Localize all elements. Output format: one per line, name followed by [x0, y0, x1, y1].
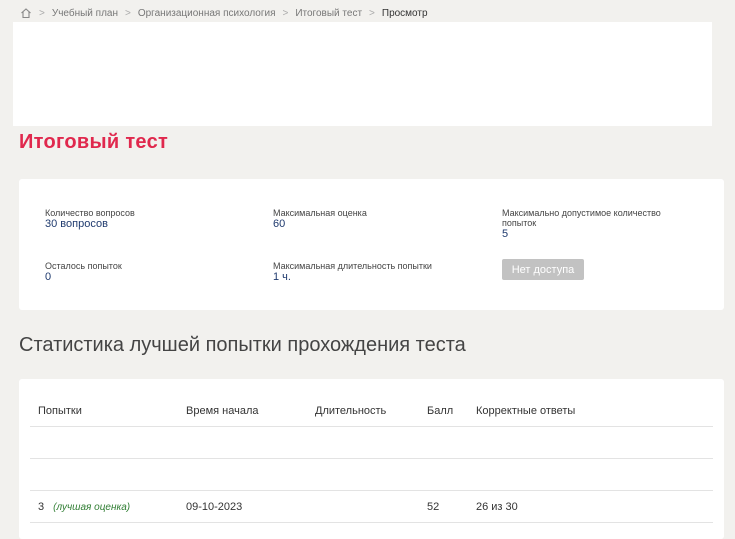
cell-attempt	[30, 426, 178, 459]
test-info-card: Количество вопросов 30 вопросов Максимал…	[19, 179, 724, 310]
cell-duration	[307, 458, 419, 491]
cell-score	[419, 426, 468, 459]
info-max-score-label: Максимальная оценка	[273, 208, 367, 218]
cell-start-time: 09-10-2023	[178, 490, 307, 523]
breadcrumb-item-current: Просмотр	[381, 7, 428, 19]
cell-start-time	[178, 426, 307, 459]
breadcrumb-item-course[interactable]: Организационная психология	[138, 8, 276, 19]
table-header-row: Попытки Время начала Длительность Балл К…	[30, 396, 713, 427]
home-icon[interactable]	[20, 7, 32, 19]
info-questions: Количество вопросов 30 вопросов	[45, 208, 135, 230]
info-remaining-value: 0	[45, 271, 52, 283]
page-title: Итоговый тест	[19, 131, 169, 153]
breadcrumb-item-plan[interactable]: Учебный план	[52, 8, 118, 19]
no-access-button[interactable]: Нет доступа	[502, 259, 584, 280]
info-questions-label: Количество вопросов	[45, 208, 135, 218]
stats-section-title: Статистика лучшей попытки прохождения те…	[19, 334, 466, 356]
attempts-table: Попытки Время начала Длительность Балл К…	[30, 396, 713, 523]
info-max-duration: Максимальная длительность попытки 1 ч.	[273, 261, 432, 283]
cell-correct	[468, 458, 713, 491]
breadcrumb-separator-icon: >	[39, 7, 45, 19]
column-header-score: Балл	[419, 396, 468, 427]
cell-attempt: 3 (лучшая оценка)	[30, 490, 178, 523]
best-score-label: (лучшая оценка)	[53, 501, 131, 513]
cell-score: 52	[419, 490, 468, 523]
cell-duration	[307, 426, 419, 459]
cell-correct	[468, 426, 713, 459]
table-row	[30, 426, 713, 459]
info-remaining: Осталось попыток 0	[45, 261, 122, 283]
info-max-attempts: Максимально допустимое количество попыто…	[502, 208, 692, 240]
info-max-attempts-value: 5	[502, 228, 509, 240]
column-header-attempts: Попытки	[30, 396, 178, 427]
breadcrumb: > Учебный план > Организационная психоло…	[20, 6, 428, 20]
cell-duration	[307, 490, 419, 523]
breadcrumb-separator-icon: >	[125, 7, 131, 19]
cell-start-time	[178, 458, 307, 491]
breadcrumb-separator-icon: >	[369, 7, 375, 19]
breadcrumb-item-test[interactable]: Итоговый тест	[295, 8, 362, 19]
table-row	[30, 458, 713, 491]
info-max-duration-label: Максимальная длительность попытки	[273, 261, 432, 271]
cell-score	[419, 458, 468, 491]
cell-attempt	[30, 458, 178, 491]
banner-area	[13, 22, 712, 126]
info-max-duration-value: 1 ч.	[273, 271, 291, 283]
table-row: 3 (лучшая оценка) 09-10-2023 52 26 из 30	[30, 490, 713, 523]
column-header-duration: Длительность	[307, 396, 419, 427]
cell-correct: 26 из 30	[468, 490, 713, 523]
info-questions-value: 30 вопросов	[45, 218, 108, 230]
breadcrumb-separator-icon: >	[282, 7, 289, 19]
attempt-number: 3	[38, 500, 45, 513]
column-header-start-time: Время начала	[178, 396, 307, 427]
info-remaining-label: Осталось попыток	[45, 261, 122, 271]
info-max-attempts-label: Максимально допустимое количество попыто…	[502, 208, 661, 228]
info-max-score: Максимальная оценка 60	[273, 208, 367, 230]
column-header-correct: Корректные ответы	[468, 396, 713, 427]
stats-card: Попытки Время начала Длительность Балл К…	[19, 379, 724, 539]
info-max-score-value: 60	[273, 218, 286, 230]
